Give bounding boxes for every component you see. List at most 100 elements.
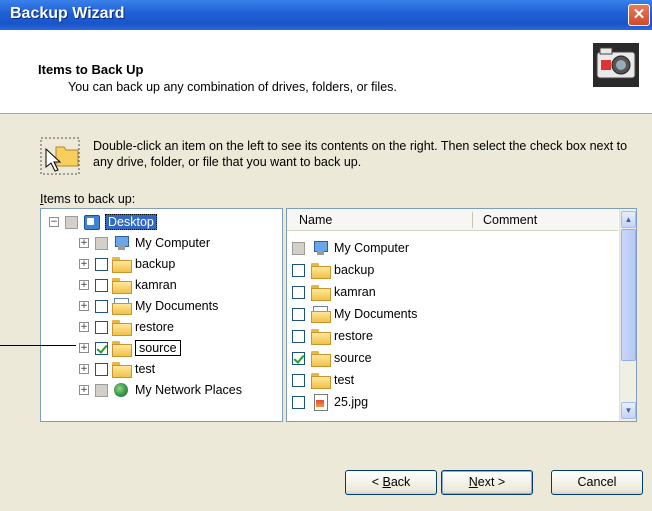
tree-label: source xyxy=(135,340,181,356)
list-item-restore[interactable]: restore xyxy=(292,325,373,347)
back-button-rest: ack xyxy=(390,475,411,489)
list-checkbox[interactable] xyxy=(292,285,305,299)
folder-icon xyxy=(311,373,331,389)
list-item-name: source xyxy=(334,351,372,365)
tree-item-my-network-places[interactable]: + My Network Places xyxy=(79,380,242,400)
expand-icon[interactable]: + xyxy=(79,385,89,395)
tree-label: backup xyxy=(135,257,176,271)
header-subtitle: You can back up any combination of drive… xyxy=(68,80,397,94)
tree-checkbox-restore[interactable] xyxy=(95,320,108,334)
computer-icon xyxy=(112,235,130,251)
tree-item-test[interactable]: + test xyxy=(79,359,155,379)
expand-icon[interactable]: + xyxy=(79,301,89,311)
tree-item-my-computer[interactable]: + My Computer xyxy=(79,233,210,253)
list-item-my-documents[interactable]: My Documents xyxy=(292,303,417,325)
list-checkbox[interactable] xyxy=(292,241,305,255)
scroll-up-button[interactable]: ▲ xyxy=(621,211,636,228)
callout-line xyxy=(0,345,76,346)
list-checkbox[interactable] xyxy=(292,263,305,277)
back-button-accel: B xyxy=(382,475,391,489)
next-button-accel: N xyxy=(468,475,478,489)
list-item-name: backup xyxy=(334,263,375,277)
expand-icon[interactable]: + xyxy=(79,280,89,290)
list-item-kamran[interactable]: kamran xyxy=(292,281,376,303)
list-item-backup[interactable]: backup xyxy=(292,259,374,281)
next-button-rest: ext > xyxy=(477,475,506,489)
items-to-back-up-label: Items to back up: xyxy=(40,192,135,206)
tree-checkbox-kamran[interactable] xyxy=(95,278,108,292)
list-item-my-computer[interactable]: My Computer xyxy=(292,237,409,259)
list-checkbox[interactable] xyxy=(292,351,305,365)
folder-icon xyxy=(311,263,331,279)
pointer-folder-icon xyxy=(40,137,80,175)
list-item-name: restore xyxy=(334,329,373,343)
list-item-test[interactable]: test xyxy=(292,369,354,391)
expand-icon[interactable]: + xyxy=(79,343,89,353)
folder-icon xyxy=(112,341,132,357)
tree-checkbox-my-documents[interactable] xyxy=(95,299,108,313)
cancel-button[interactable]: Cancel xyxy=(551,470,643,495)
expand-icon[interactable]: + xyxy=(79,259,89,269)
tree-item-source[interactable]: + source xyxy=(79,338,181,358)
list-item-name: 25.jpg xyxy=(334,395,369,409)
next-button[interactable]: Next > xyxy=(441,470,533,495)
list-item-25-jpg[interactable]: 25.jpg xyxy=(292,391,368,413)
list-checkbox[interactable] xyxy=(292,329,305,343)
documents-icon xyxy=(311,306,331,323)
backup-wizard-window: Backup Wizard ✕ Items to Back Up You can… xyxy=(0,0,652,511)
expand-icon[interactable]: + xyxy=(79,322,89,332)
wizard-header: Items to Back Up You can back up any com… xyxy=(0,30,652,114)
tree-item-kamran[interactable]: + kamran xyxy=(79,275,177,295)
list-item-name: kamran xyxy=(334,285,376,299)
desktop-icon xyxy=(82,214,100,230)
tree-label: My Network Places xyxy=(135,383,242,397)
close-button[interactable]: ✕ xyxy=(628,4,650,26)
back-button-prefix: < xyxy=(371,475,383,489)
tree-label: My Computer xyxy=(135,236,211,250)
list-item-name: My Computer xyxy=(334,241,410,255)
column-divider[interactable] xyxy=(472,212,473,228)
back-button[interactable]: < Back xyxy=(345,470,437,495)
tree-checkbox-my-network-places[interactable] xyxy=(95,383,108,397)
tree-checkbox-desktop[interactable] xyxy=(65,215,78,229)
tree-checkbox-test[interactable] xyxy=(95,362,108,376)
tree-label: restore xyxy=(135,320,174,334)
folder-icon xyxy=(112,257,132,273)
header-title: Items to Back Up xyxy=(38,62,144,77)
list-checkbox[interactable] xyxy=(292,395,305,409)
expand-icon[interactable]: + xyxy=(79,364,89,374)
title-bar[interactable]: Backup Wizard ✕ xyxy=(0,0,652,30)
expand-icon[interactable]: + xyxy=(79,238,89,248)
list-item-source[interactable]: source xyxy=(292,347,372,369)
column-header-comment[interactable]: Comment xyxy=(483,213,537,227)
tree-label: My Documents xyxy=(135,299,219,313)
folder-tree[interactable]: − Desktop + My Computer + backup + kamra… xyxy=(40,208,283,422)
tree-checkbox-source[interactable] xyxy=(95,341,108,355)
scroll-down-button[interactable]: ▼ xyxy=(621,402,636,419)
vertical-scrollbar[interactable]: ▲ ▼ xyxy=(619,209,636,421)
folder-icon xyxy=(112,362,132,378)
file-list[interactable]: Name Comment My Computer backup kamran M… xyxy=(286,208,637,422)
scroll-thumb[interactable] xyxy=(621,229,636,361)
list-item-name: My Documents xyxy=(334,307,418,321)
list-checkbox[interactable] xyxy=(292,307,305,321)
jpg-file-icon xyxy=(311,394,329,411)
tree-label: Desktop xyxy=(105,214,157,230)
instructions-text: Double-click an item on the left to see … xyxy=(93,139,628,169)
list-checkbox[interactable] xyxy=(292,373,305,387)
folder-icon xyxy=(311,329,331,345)
tree-item-backup[interactable]: + backup xyxy=(79,254,175,274)
tree-checkbox-my-computer[interactable] xyxy=(95,236,108,250)
tree-checkbox-backup[interactable] xyxy=(95,257,108,271)
list-item-name: test xyxy=(334,373,355,387)
items-label-rest: tems to back up: xyxy=(43,192,136,206)
tree-item-my-documents[interactable]: + My Documents xyxy=(79,296,218,316)
folder-icon xyxy=(311,351,331,367)
folder-icon xyxy=(112,278,132,294)
backup-camera-icon xyxy=(593,43,639,87)
tree-item-desktop[interactable]: − Desktop xyxy=(49,212,157,232)
column-header-name[interactable]: Name xyxy=(299,213,332,227)
computer-icon xyxy=(311,240,329,256)
tree-item-restore[interactable]: + restore xyxy=(79,317,174,337)
collapse-icon[interactable]: − xyxy=(49,217,59,227)
